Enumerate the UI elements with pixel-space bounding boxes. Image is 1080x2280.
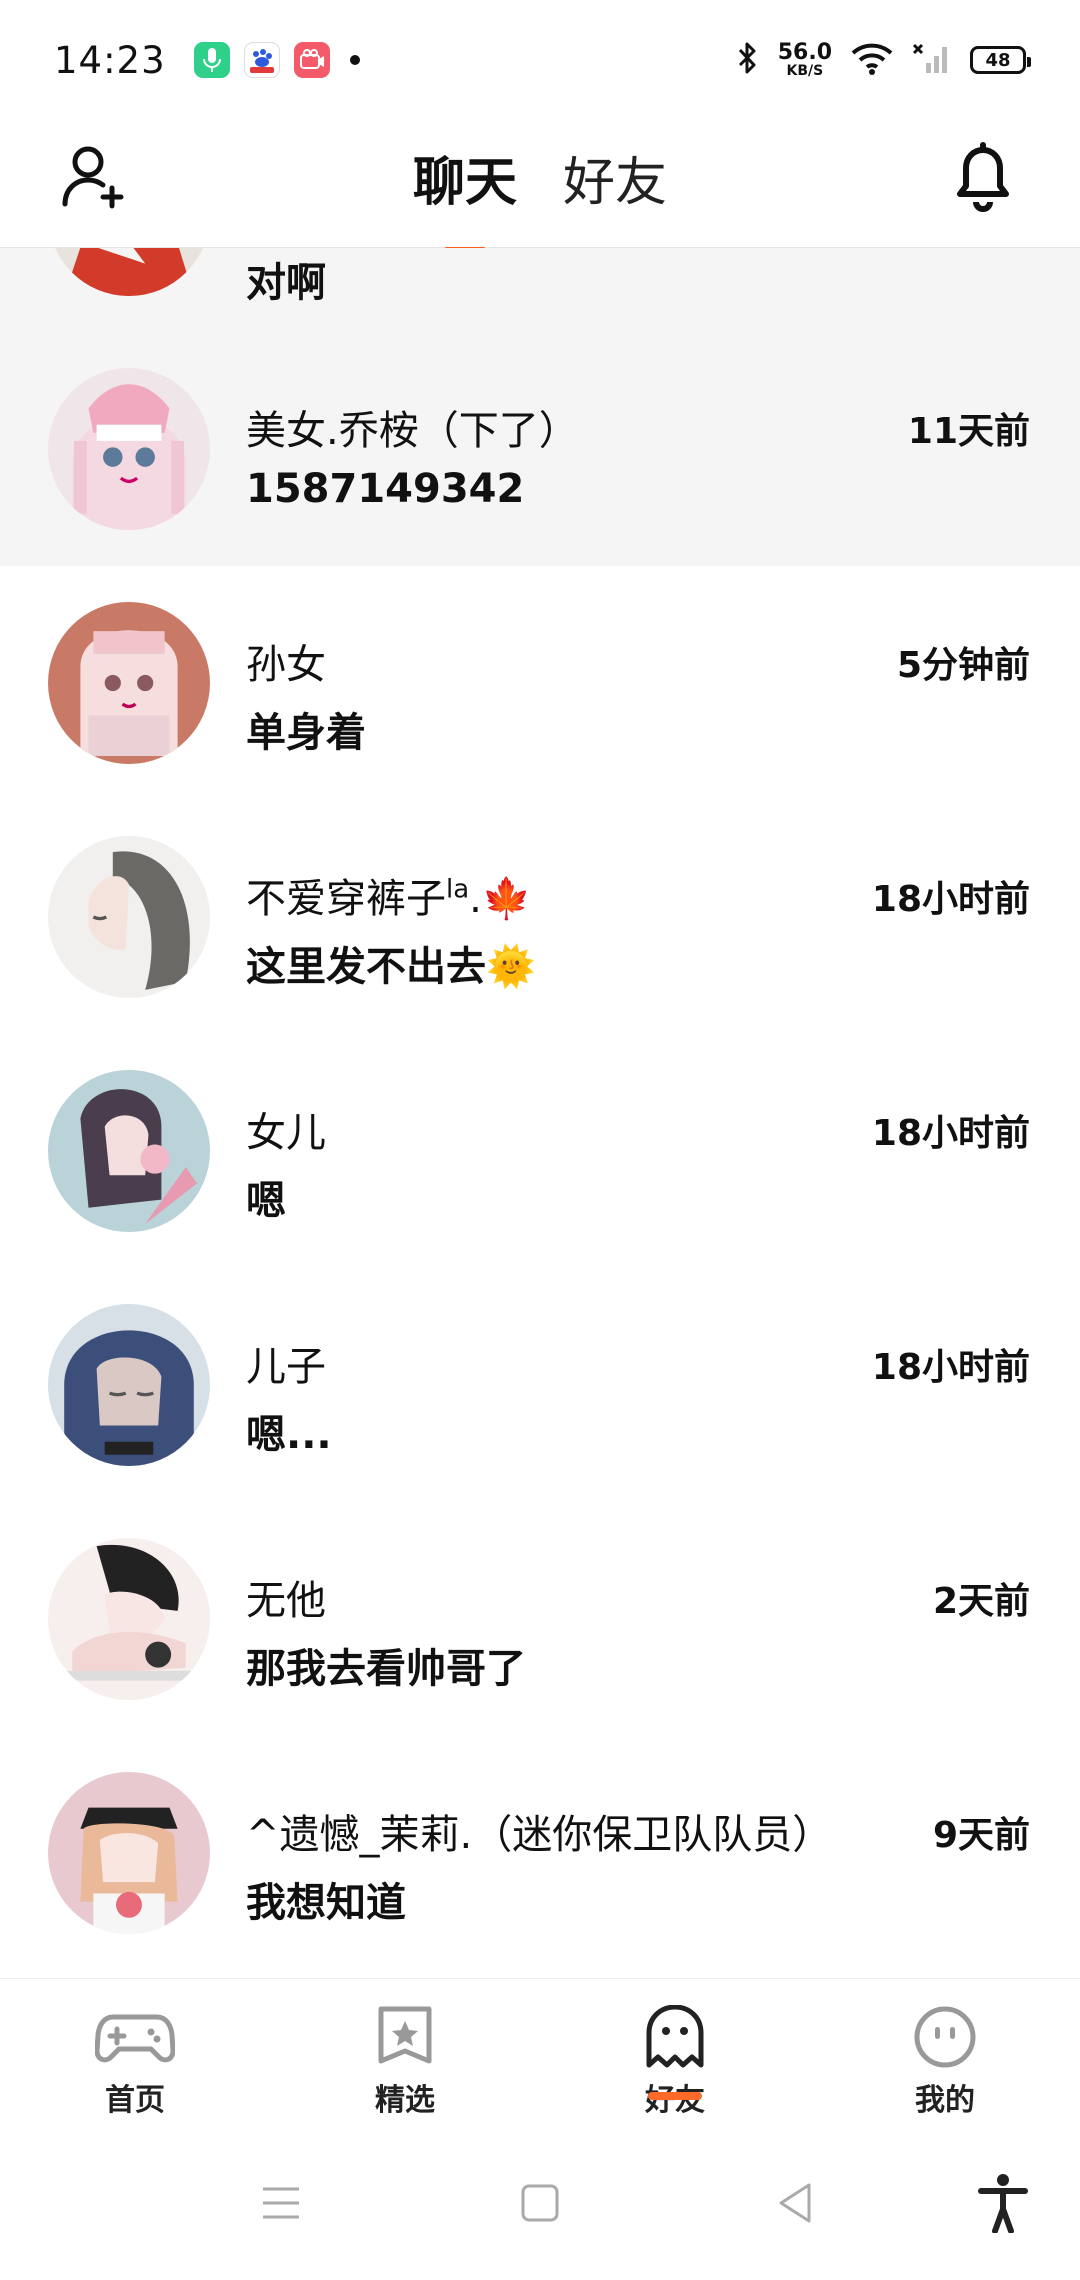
- avatar: [48, 1070, 210, 1232]
- chat-time: 18小时前: [871, 879, 1030, 920]
- avatar: [48, 602, 210, 764]
- chat-row[interactable]: 无他 2天前 那我去看帅哥了: [0, 1502, 1080, 1736]
- chat-row[interactable]: 儿子 18小时前 嗯...: [0, 1268, 1080, 1502]
- nav-featured-label: 精选: [375, 2083, 435, 2118]
- star-bookmark-icon: [365, 2005, 445, 2073]
- chat-message: 嗯: [246, 1178, 286, 1224]
- wifi-icon: [850, 41, 894, 79]
- chat-message: 对啊: [246, 260, 326, 306]
- chat-time: 9天前: [932, 1815, 1030, 1856]
- nav-home-label: 首页: [105, 2083, 165, 2118]
- chat-list: 对啊 美女.乔桉（下了） 11天前 1587149342 孙女 5分钟前 单身着…: [0, 248, 1080, 1978]
- chat-name: 孙女: [246, 642, 326, 688]
- battery-icon: 48: [970, 46, 1031, 74]
- ghost-icon: [635, 2004, 715, 2073]
- status-app-icons: [193, 42, 360, 78]
- bottom-nav: 首页 精选 好友 我的: [0, 1978, 1080, 2128]
- nav-mine-label: 我的: [915, 2083, 975, 2118]
- chat-row[interactable]: ^遗憾_茉莉.（迷你保卫队队员） 9天前 我想知道: [0, 1736, 1080, 1970]
- status-time: 14:23: [54, 38, 166, 82]
- avatar: [48, 836, 210, 998]
- chat-row[interactable]: 女儿 18小时前 嗯: [0, 1034, 1080, 1268]
- chat-row[interactable]: 不爱穿裤子la.🍁 18小时前 这里发不出去🌞: [0, 800, 1080, 1034]
- bluetooth-icon: [736, 41, 760, 79]
- nav-home[interactable]: 首页: [0, 1979, 270, 2128]
- chat-message: 那我去看帅哥了: [246, 1646, 526, 1692]
- network-speed: 56.0 KB/S: [777, 40, 832, 79]
- status-indicators: 56.0 KB/S 48: [736, 40, 1031, 79]
- top-tabs: 聊天 好友: [0, 140, 1080, 255]
- system-nav: [0, 2128, 1080, 2280]
- chat-time: 18小时前: [871, 1113, 1030, 1154]
- menu-icon[interactable]: [246, 2168, 316, 2238]
- network-speed-value: 56.0: [777, 40, 832, 65]
- gamepad-icon: [94, 2005, 176, 2073]
- avatar: [48, 368, 210, 530]
- chat-time: 18小时前: [871, 1347, 1030, 1388]
- nav-friends[interactable]: 好友: [540, 1979, 810, 2128]
- camera-app-icon: [293, 42, 330, 78]
- bell-icon[interactable]: [948, 138, 1018, 214]
- status-bar: 14:23 56.0 KB/S 48: [0, 0, 1080, 120]
- top-header: 聊天 好友: [0, 120, 1080, 255]
- mic-app-icon: [193, 42, 230, 78]
- baidu-app-icon: [243, 42, 280, 78]
- chat-row[interactable]: 孙女 5分钟前 单身着: [0, 566, 1080, 800]
- nav-mine[interactable]: 我的: [810, 1979, 1080, 2128]
- chat-message: 嗯...: [246, 1412, 332, 1458]
- chat-time: 5分钟前: [896, 645, 1030, 686]
- chat-name: 儿子: [246, 1344, 326, 1390]
- chat-name: 美女.乔桉（下了）: [246, 408, 579, 454]
- nav-active-indicator: [648, 2092, 702, 2100]
- back-triangle-icon[interactable]: [760, 2168, 830, 2238]
- tab-chat[interactable]: 聊天: [412, 140, 517, 255]
- home-square-icon[interactable]: [505, 2168, 575, 2238]
- chat-row[interactable]: 对啊: [0, 248, 1080, 332]
- tab-friends-label: 好友: [563, 153, 668, 213]
- chat-message: 1587149342: [246, 466, 525, 512]
- avatar: [48, 248, 210, 296]
- chat-row[interactable]: 美女.乔桉（下了） 11天前 1587149342: [0, 332, 1080, 566]
- tab-friends[interactable]: 好友: [563, 140, 667, 215]
- chat-name: 女儿: [246, 1110, 326, 1156]
- nav-featured[interactable]: 精选: [270, 1979, 540, 2128]
- signal-icon: [912, 41, 952, 79]
- notification-dot: [349, 55, 360, 65]
- chat-name: 无他: [246, 1578, 326, 1624]
- avatar: [48, 1304, 210, 1466]
- face-icon: [905, 2005, 985, 2073]
- chat-name: 不爱穿裤子la.🍁: [246, 874, 532, 922]
- accessibility-icon[interactable]: [968, 2168, 1038, 2238]
- network-speed-unit: KB/S: [786, 63, 824, 79]
- avatar: [48, 1538, 210, 1700]
- avatar: [48, 1772, 210, 1934]
- chat-message: 我想知道: [246, 1880, 406, 1926]
- chat-message: 这里发不出去🌞: [246, 944, 536, 990]
- chat-name: ^遗憾_茉莉.（迷你保卫队队员）: [246, 1812, 833, 1858]
- tab-chat-label: 聊天: [412, 153, 517, 213]
- chat-time: 2天前: [932, 1581, 1030, 1622]
- chat-message: 单身着: [246, 710, 366, 756]
- chat-time: 11天前: [907, 411, 1030, 452]
